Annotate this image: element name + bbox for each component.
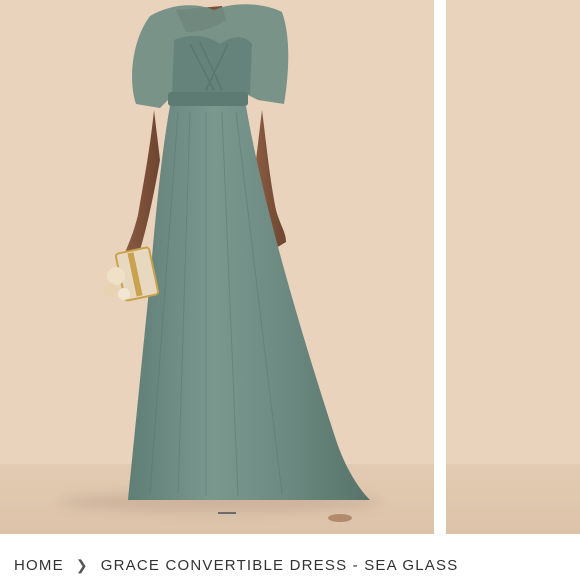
shoe <box>328 514 352 522</box>
dress-illustration <box>103 4 370 522</box>
waistband <box>168 92 248 106</box>
floor <box>446 464 580 534</box>
product-image-main[interactable] <box>0 0 434 534</box>
breadcrumb-current: GRACE CONVERTIBLE DRESS - SEA GLASS <box>100 556 459 574</box>
breadcrumb: HOME ❯ GRACE CONVERTIBLE DRESS - SEA GLA… <box>14 555 458 575</box>
clutch-bag <box>103 246 160 302</box>
slide-indicator <box>218 512 236 514</box>
chevron-right-icon: ❯ <box>75 556 89 573</box>
breadcrumb-home-link[interactable]: HOME <box>14 557 64 574</box>
product-image-next[interactable] <box>446 0 580 534</box>
product-image-carousel[interactable] <box>0 0 580 534</box>
